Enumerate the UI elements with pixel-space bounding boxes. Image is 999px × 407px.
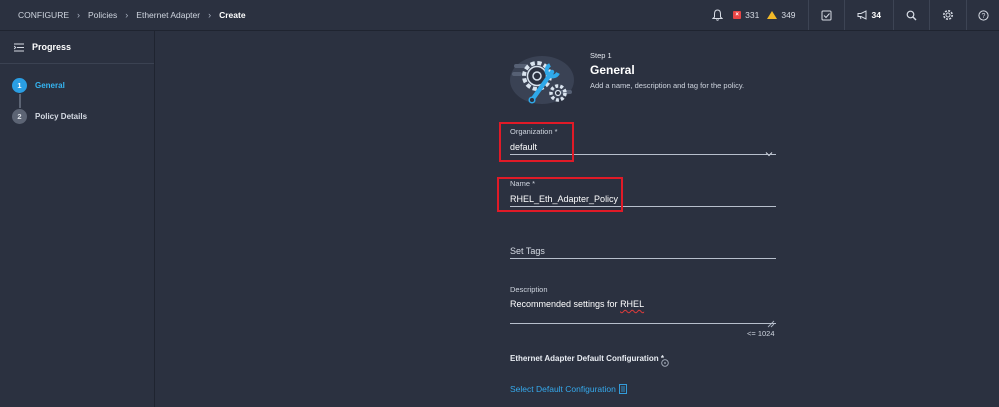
tags-underline bbox=[510, 258, 776, 259]
info-icon[interactable] bbox=[661, 354, 669, 372]
breadcrumb-policies[interactable]: Policies bbox=[88, 10, 117, 20]
warnings-indicator[interactable]: 349 bbox=[767, 0, 807, 30]
character-limit: <= 1024 bbox=[747, 329, 775, 338]
errors-count: 331 bbox=[745, 10, 760, 20]
chevron-right-icon: › bbox=[125, 10, 129, 20]
announcements-indicator[interactable]: 34 bbox=[845, 0, 893, 30]
document-icon bbox=[618, 384, 627, 394]
tasks-icon[interactable] bbox=[809, 0, 844, 30]
progress-panel: Progress 1 General 2 Policy Details bbox=[0, 31, 155, 407]
breadcrumb: CONFIGURE › Policies › Ethernet Adapter … bbox=[18, 0, 246, 30]
divider bbox=[0, 63, 154, 64]
step-general[interactable]: 1 General bbox=[12, 77, 65, 93]
breadcrumb-ethernet-adapter[interactable]: Ethernet Adapter bbox=[136, 10, 200, 20]
announcements-count: 34 bbox=[871, 10, 881, 20]
breadcrumb-current: Create bbox=[219, 10, 246, 20]
gear-icon[interactable] bbox=[930, 0, 966, 30]
select-default-config-link[interactable]: Select Default Configuration bbox=[510, 384, 627, 394]
page-title: General bbox=[590, 63, 635, 77]
description-label: Description bbox=[510, 285, 548, 294]
errors-indicator[interactable]: × 331 bbox=[733, 0, 767, 30]
step-label: General bbox=[35, 80, 65, 90]
progress-header: Progress bbox=[14, 39, 71, 55]
step-indicator: Step 1 bbox=[590, 51, 612, 60]
chevron-right-icon: › bbox=[208, 10, 212, 20]
list-menu-icon[interactable] bbox=[14, 43, 24, 52]
tags-field[interactable]: Set Tags bbox=[510, 246, 545, 256]
progress-title: Progress bbox=[32, 42, 72, 52]
top-bar: CONFIGURE › Policies › Ethernet Adapter … bbox=[0, 0, 999, 31]
step-number: 1 bbox=[12, 77, 27, 93]
step-policy-details[interactable]: 2 Policy Details bbox=[12, 108, 87, 124]
step-label: Policy Details bbox=[35, 111, 88, 121]
chevron-down-icon[interactable] bbox=[765, 144, 773, 162]
bell-icon[interactable] bbox=[702, 0, 733, 30]
default-config-label: Ethernet Adapter Default Configuration * bbox=[510, 354, 664, 363]
step-connector bbox=[19, 94, 21, 108]
error-icon: × bbox=[733, 11, 742, 19]
description-text: Recommended settings for bbox=[510, 299, 621, 309]
svg-text:?: ? bbox=[982, 13, 986, 20]
warnings-count: 349 bbox=[781, 10, 796, 20]
step-description: Add a name, description and tag for the … bbox=[590, 81, 745, 90]
description-underline bbox=[510, 323, 776, 324]
gear-wrench-icon bbox=[508, 50, 576, 106]
step-number: 2 bbox=[12, 108, 27, 124]
megaphone-icon bbox=[857, 10, 868, 20]
breadcrumb-configure[interactable]: CONFIGURE bbox=[18, 10, 69, 20]
organization-highlight bbox=[499, 122, 574, 162]
search-icon[interactable] bbox=[894, 0, 929, 30]
name-highlight bbox=[497, 177, 623, 212]
select-default-config-label: Select Default Configuration bbox=[510, 384, 616, 394]
description-spellcheck-word: RHEL bbox=[620, 299, 645, 309]
top-bar-actions: × 331 349 34 ? bbox=[702, 0, 999, 30]
description-field[interactable]: Recommended settings for RHEL bbox=[510, 299, 644, 309]
help-icon[interactable]: ? bbox=[967, 0, 999, 30]
warning-icon bbox=[767, 11, 778, 19]
chevron-right-icon: › bbox=[77, 10, 80, 20]
